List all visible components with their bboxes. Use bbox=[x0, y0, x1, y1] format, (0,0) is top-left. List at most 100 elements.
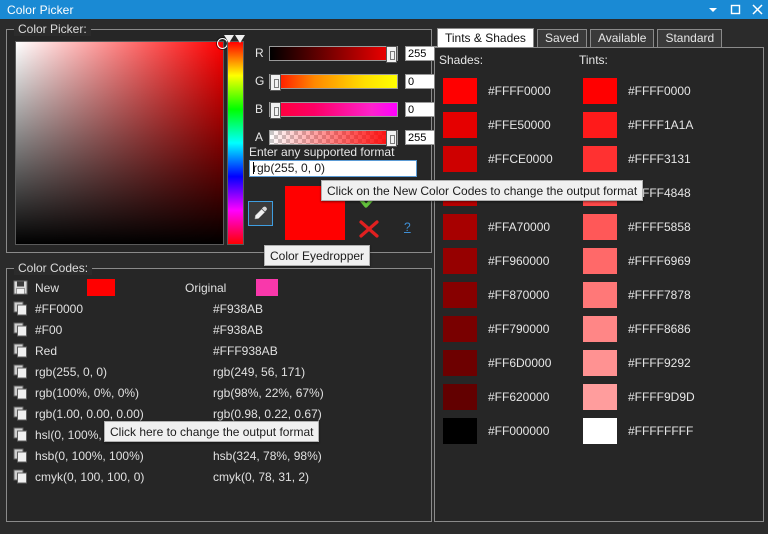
close-icon[interactable] bbox=[746, 0, 768, 19]
shade-item[interactable]: #FFA70000 bbox=[443, 214, 550, 240]
shade-swatch[interactable] bbox=[443, 282, 477, 308]
new-code-value[interactable]: #F00 bbox=[35, 323, 213, 337]
tint-item[interactable]: #FFFF7878 bbox=[583, 282, 691, 308]
new-code-value[interactable]: hsb(0, 100%, 100%) bbox=[35, 449, 213, 463]
copy-icon[interactable] bbox=[13, 343, 35, 359]
copy-icon[interactable] bbox=[13, 364, 35, 380]
shade-label: #FFE50000 bbox=[488, 118, 551, 132]
shade-item[interactable]: #FFE50000 bbox=[443, 112, 551, 138]
tab-saved[interactable]: Saved bbox=[537, 29, 587, 48]
tint-item[interactable]: #FFFF3131 bbox=[583, 146, 691, 172]
cancel-x-icon[interactable] bbox=[358, 219, 380, 239]
shade-swatch[interactable] bbox=[443, 316, 477, 342]
table-row[interactable]: #F00 #F938AB bbox=[13, 319, 425, 340]
tint-label: #FFFF1A1A bbox=[628, 118, 693, 132]
copy-icon[interactable] bbox=[13, 469, 35, 485]
tint-swatch[interactable] bbox=[583, 384, 617, 410]
new-code-value[interactable]: rgb(100%, 0%, 0%) bbox=[35, 386, 213, 400]
shade-item[interactable]: #FF960000 bbox=[443, 248, 549, 274]
tint-label: #FFFF5858 bbox=[628, 220, 691, 234]
tint-item[interactable]: #FFFF0000 bbox=[583, 78, 691, 104]
shade-item[interactable]: #FFFF0000 bbox=[443, 78, 551, 104]
tint-swatch[interactable] bbox=[583, 282, 617, 308]
table-row[interactable]: cmyk(0, 100, 100, 0) cmyk(0, 78, 31, 2) bbox=[13, 466, 425, 487]
blue-slider-thumb[interactable] bbox=[270, 102, 281, 119]
tint-item[interactable]: #FFFF8686 bbox=[583, 316, 691, 342]
tint-swatch[interactable] bbox=[583, 418, 617, 444]
copy-icon[interactable] bbox=[13, 448, 35, 464]
copy-icon[interactable] bbox=[13, 301, 35, 317]
tint-swatch[interactable] bbox=[583, 146, 617, 172]
new-code-value[interactable]: rgb(1.00, 0.00, 0.00) bbox=[35, 407, 213, 421]
copy-icon[interactable] bbox=[13, 322, 35, 338]
alpha-slider-thumb[interactable] bbox=[386, 130, 397, 147]
new-code-value[interactable]: #FF0000 bbox=[35, 302, 213, 316]
tint-label: #FFFF0000 bbox=[628, 84, 691, 98]
green-slider[interactable] bbox=[269, 74, 398, 89]
shade-swatch[interactable] bbox=[443, 214, 477, 240]
tint-swatch[interactable] bbox=[583, 350, 617, 376]
table-row[interactable]: hsb(0, 100%, 100%) hsb(324, 78%, 98%) bbox=[13, 445, 425, 466]
tab-standard[interactable]: Standard bbox=[657, 29, 722, 48]
tint-item[interactable]: #FFFF1A1A bbox=[583, 112, 693, 138]
tint-swatch[interactable] bbox=[583, 112, 617, 138]
original-color-swatch[interactable] bbox=[256, 279, 278, 296]
copy-icon[interactable] bbox=[13, 427, 35, 443]
shade-swatch[interactable] bbox=[443, 418, 477, 444]
tint-label: #FFFF3131 bbox=[628, 152, 691, 166]
shade-item[interactable]: #FF870000 bbox=[443, 282, 549, 308]
shade-swatch[interactable] bbox=[443, 146, 477, 172]
new-code-value[interactable]: Red bbox=[35, 344, 213, 358]
shade-item[interactable]: #FF6D0000 bbox=[443, 350, 551, 376]
tint-item[interactable]: #FFFF9D9D bbox=[583, 384, 695, 410]
new-code-value[interactable]: cmyk(0, 100, 100, 0) bbox=[35, 470, 213, 484]
table-row[interactable]: rgb(255, 0, 0) rgb(249, 56, 171) bbox=[13, 361, 425, 382]
tint-item[interactable]: #FFFF6969 bbox=[583, 248, 691, 274]
eyedropper-button[interactable] bbox=[248, 201, 273, 226]
red-slider-thumb[interactable] bbox=[386, 46, 397, 63]
new-color-swatch[interactable] bbox=[87, 279, 115, 296]
tint-item[interactable]: #FFFFFFFF bbox=[583, 418, 693, 444]
maximize-icon[interactable] bbox=[724, 0, 746, 19]
table-row[interactable]: rgb(100%, 0%, 0%) rgb(98%, 22%, 67%) bbox=[13, 382, 425, 403]
original-code-value: #F938AB bbox=[213, 302, 263, 316]
save-icon[interactable] bbox=[13, 280, 35, 296]
green-slider-thumb[interactable] bbox=[270, 74, 281, 91]
color-picker-window: Color Picker Color Picker: R 255 bbox=[0, 0, 768, 534]
help-link[interactable]: ? bbox=[404, 220, 411, 234]
tint-swatch[interactable] bbox=[583, 78, 617, 104]
shade-swatch[interactable] bbox=[443, 350, 477, 376]
copy-icon[interactable] bbox=[13, 385, 35, 401]
original-code-value: rgb(98%, 22%, 67%) bbox=[213, 386, 324, 400]
format-input[interactable]: rgb(255, 0, 0) bbox=[249, 160, 417, 177]
red-slider[interactable] bbox=[269, 46, 398, 61]
slider-row-b: B 0 bbox=[255, 100, 438, 118]
chevron-down-icon[interactable] bbox=[702, 0, 724, 19]
tint-swatch[interactable] bbox=[583, 248, 617, 274]
tint-swatch[interactable] bbox=[583, 316, 617, 342]
shade-item[interactable]: #FF000000 bbox=[443, 418, 549, 444]
blue-slider[interactable] bbox=[269, 102, 398, 117]
tab-available[interactable]: Available bbox=[590, 29, 654, 48]
alpha-slider[interactable] bbox=[269, 130, 398, 145]
shade-swatch[interactable] bbox=[443, 384, 477, 410]
table-row[interactable]: #FF0000 #F938AB bbox=[13, 298, 425, 319]
table-row[interactable]: Red #FFF938AB bbox=[13, 340, 425, 361]
shade-item[interactable]: #FF790000 bbox=[443, 316, 549, 342]
slider-row-g: G 0 bbox=[255, 72, 438, 90]
eyedropper-icon bbox=[252, 205, 269, 222]
tab-tints-and-shades[interactable]: Tints & Shades bbox=[437, 28, 534, 48]
tint-item[interactable]: #FFFF5858 bbox=[583, 214, 691, 240]
shade-item[interactable]: #FF620000 bbox=[443, 384, 549, 410]
shade-swatch[interactable] bbox=[443, 112, 477, 138]
copy-icon[interactable] bbox=[13, 406, 35, 422]
saturation-value-area[interactable] bbox=[15, 41, 224, 245]
tint-item[interactable]: #FFFF9292 bbox=[583, 350, 691, 376]
shades-column-header: Shades: bbox=[439, 53, 483, 67]
new-code-value[interactable]: rgb(255, 0, 0) bbox=[35, 365, 213, 379]
shade-item[interactable]: #FFCE0000 bbox=[443, 146, 553, 172]
shade-swatch[interactable] bbox=[443, 78, 477, 104]
hue-slider[interactable] bbox=[227, 41, 244, 245]
shade-swatch[interactable] bbox=[443, 248, 477, 274]
tint-swatch[interactable] bbox=[583, 214, 617, 240]
